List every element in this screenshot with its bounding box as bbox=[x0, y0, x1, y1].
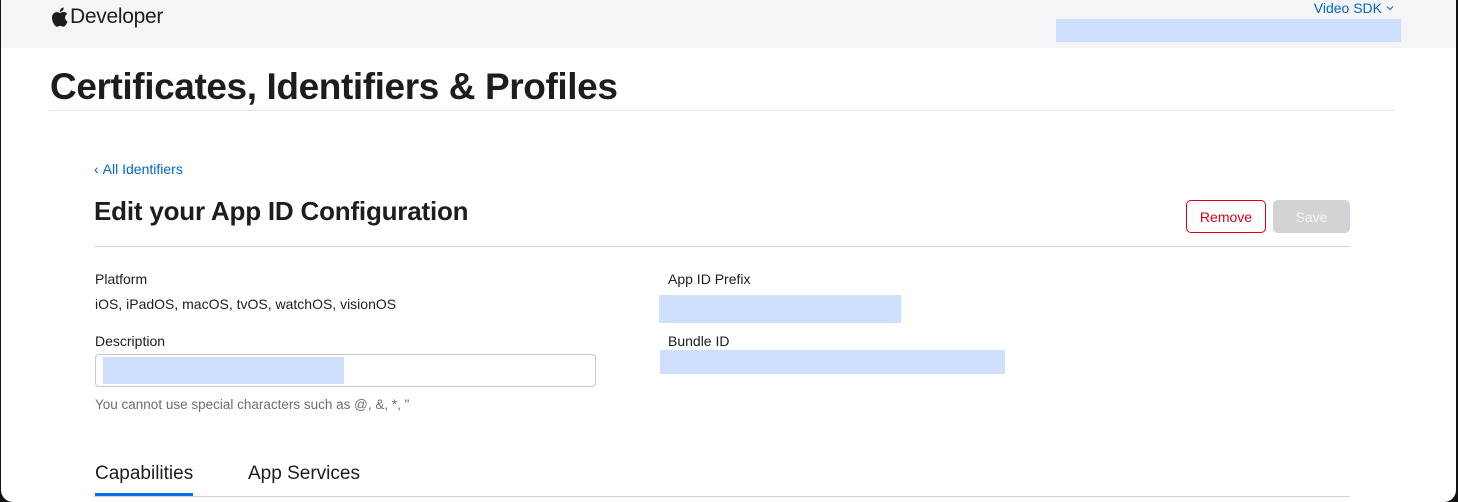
section-title: Edit your App ID Configuration bbox=[94, 196, 469, 226]
team-selector[interactable]: Video SDK bbox=[1314, 0, 1394, 16]
bundle-id-label: Bundle ID bbox=[668, 333, 730, 349]
description-hint: You cannot use special characters such a… bbox=[95, 397, 410, 412]
global-header: Developer Video SDK bbox=[1, 0, 1456, 48]
app-id-prefix-label: App ID Prefix bbox=[668, 271, 751, 287]
redacted-team-id bbox=[1056, 19, 1401, 42]
platform-value: iOS, iPadOS, macOS, tvOS, watchOS, visio… bbox=[95, 296, 397, 312]
tab-app-services[interactable]: App Services bbox=[248, 463, 360, 493]
chevron-down-icon bbox=[1386, 6, 1394, 11]
tab-capabilities[interactable]: Capabilities bbox=[95, 463, 194, 496]
tabs-divider bbox=[94, 496, 1350, 497]
save-button[interactable]: Save bbox=[1273, 200, 1350, 233]
page-title: Certificates, Identifiers & Profiles bbox=[50, 66, 618, 107]
app-window: Developer Video SDK Certificates, Identi… bbox=[1, 0, 1456, 502]
redacted-app-id-prefix bbox=[659, 295, 901, 323]
platform-label: Platform bbox=[95, 271, 148, 287]
developer-home-link[interactable]: Developer bbox=[51, 5, 163, 29]
apple-logo-icon bbox=[52, 7, 68, 27]
redacted-description-value bbox=[103, 357, 344, 384]
team-name: Video SDK bbox=[1313, 0, 1382, 16]
redacted-bundle-id bbox=[660, 350, 1005, 374]
description-label: Description bbox=[95, 333, 166, 349]
brand-text: Developer bbox=[70, 5, 164, 28]
remove-button[interactable]: Remove bbox=[1186, 200, 1266, 233]
title-divider bbox=[50, 110, 1395, 111]
back-link-label: All Identifiers bbox=[102, 161, 183, 177]
chevron-left-icon: ‹ bbox=[94, 161, 99, 177]
section-divider bbox=[94, 246, 1350, 247]
all-identifiers-link[interactable]: ‹ All Identifiers bbox=[94, 161, 183, 177]
